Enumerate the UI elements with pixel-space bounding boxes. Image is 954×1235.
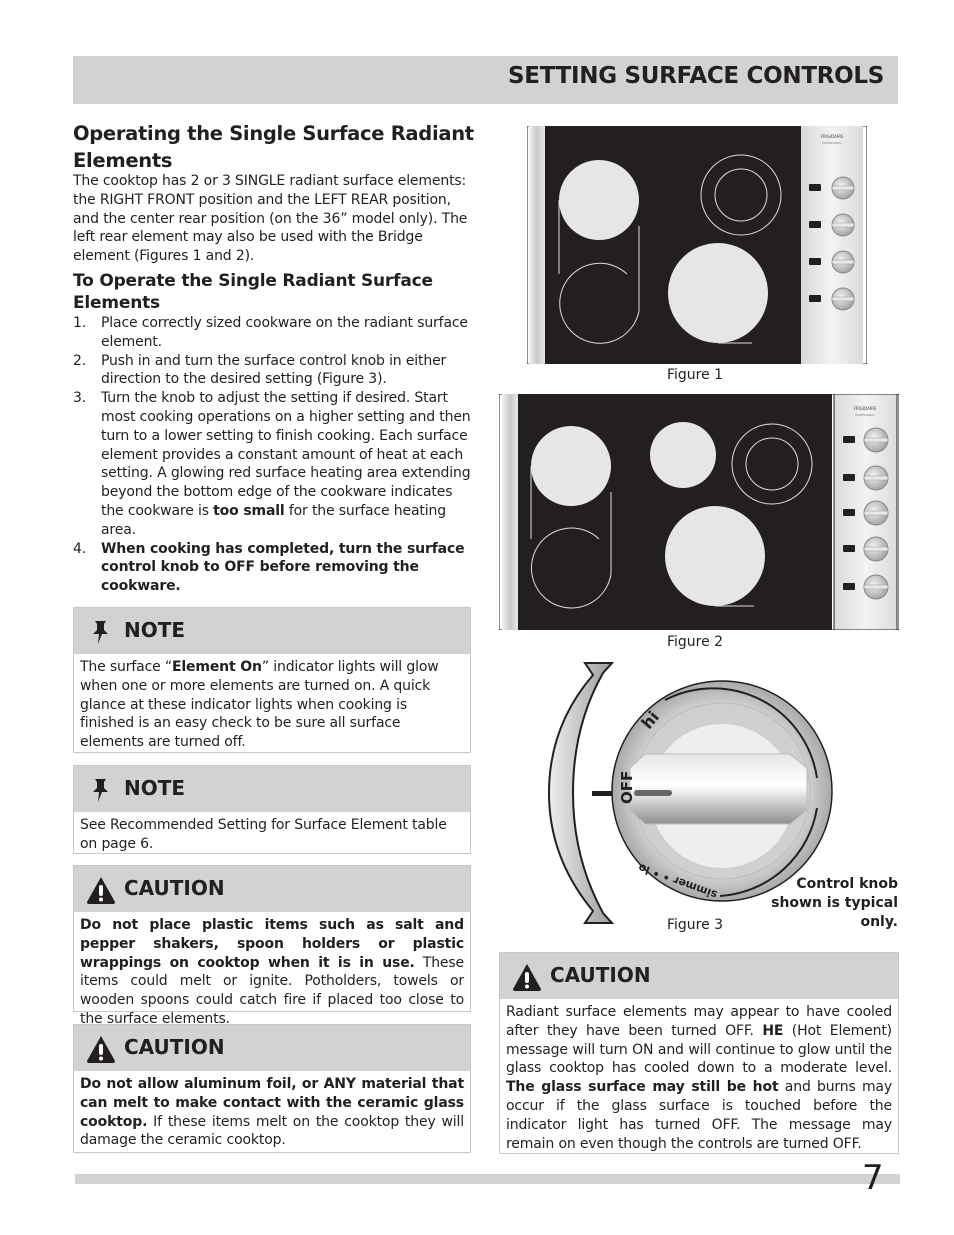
note-box: NOTE See Recommended Setting for Surface… (73, 765, 471, 854)
footer-bar (75, 1174, 900, 1184)
subsection-title: To Operate the Single Radiant Surface El… (73, 271, 433, 313)
brand-logo: FRIGIDAIRE (821, 134, 844, 139)
figure-2-caption: Figure 2 (666, 634, 724, 650)
section-title: Operating the Single Surface Radiant Ele… (73, 122, 474, 172)
intro-paragraph: The cooktop has 2 or 3 SINGLE radiant su… (73, 173, 468, 265)
note-box: NOTE The surface “Element On” indicator … (73, 607, 471, 753)
svg-text:PROFESSIONAL: PROFESSIONAL (855, 413, 875, 417)
caution-header: CAUTION (74, 1025, 470, 1071)
cooktop-figure-2: FRIGIDAIRE PROFESSIONAL (499, 394, 899, 630)
note-title: NOTE (124, 776, 186, 800)
caution-box: CAUTION Do not allow aluminum foil, or A… (73, 1024, 471, 1153)
control-panel (801, 126, 863, 364)
left-trim (502, 394, 518, 630)
header-bar: SETTING SURFACE CONTROLS (73, 56, 898, 104)
caution-body: Radiant surface elements may appear to h… (506, 1004, 892, 1152)
step-item: 2. Push in and turn the surface control … (73, 352, 447, 388)
note-title: NOTE (124, 618, 186, 642)
knob-note: Control knob shown is typical only. (771, 876, 898, 930)
caution-box: CAUTION Do not place plastic items such … (73, 865, 471, 1027)
center-rear-element (650, 422, 716, 488)
left-rear-element (559, 160, 639, 240)
knob-indicator (634, 790, 672, 796)
off-pointer (592, 791, 614, 796)
figure-1-caption: Figure 1 (666, 367, 724, 383)
page-number: 7 (862, 1158, 884, 1198)
brand-logo: FRIGIDAIRE (854, 406, 877, 411)
svg-text:PROFESSIONAL: PROFESSIONAL (822, 141, 842, 145)
warning-triangle-icon (513, 964, 541, 991)
step-item: 3. Turn the knob to adjust the setting i… (73, 390, 471, 538)
note-header: NOTE (74, 608, 470, 654)
caution-body: Do not place plastic items such as salt … (80, 917, 464, 1027)
caution-title: CAUTION (550, 963, 651, 987)
page-title: SETTING SURFACE CONTROLS (508, 63, 884, 89)
caution-body: Do not allow aluminum foil, or ANY mater… (80, 1076, 464, 1149)
note-body: See Recommended Setting for Surface Elem… (80, 817, 447, 852)
step-item: 1. Place correctly sized cookware on the… (73, 315, 468, 350)
caution-header: CAUTION (500, 953, 898, 999)
note-body: The surface “Element On” indicator light… (80, 659, 439, 751)
pushpin-icon (93, 779, 108, 802)
figure-3-caption: Figure 3 (666, 917, 724, 933)
step-item: 4. When cooking has completed, turn the … (73, 540, 465, 595)
pushpin-icon (93, 621, 108, 644)
cooktop-figure-1: FRIGIDAIRE PROFESSIONAL (527, 126, 867, 364)
caution-header: CAUTION (74, 866, 470, 912)
warning-triangle-icon (87, 1036, 115, 1063)
note-header: NOTE (74, 766, 470, 812)
right-front-element (668, 243, 768, 343)
knob-handle (629, 753, 808, 825)
off-label: OFF (618, 771, 636, 804)
caution-title: CAUTION (124, 876, 225, 900)
left-rear-element (531, 426, 611, 506)
right-front-element (665, 506, 765, 606)
warning-triangle-icon (87, 877, 115, 904)
caution-box: CAUTION Radiant surface elements may app… (499, 952, 899, 1154)
left-trim (529, 126, 545, 364)
caution-title: CAUTION (124, 1035, 225, 1059)
steps-list: 1. Place correctly sized cookware on the… (73, 314, 473, 596)
